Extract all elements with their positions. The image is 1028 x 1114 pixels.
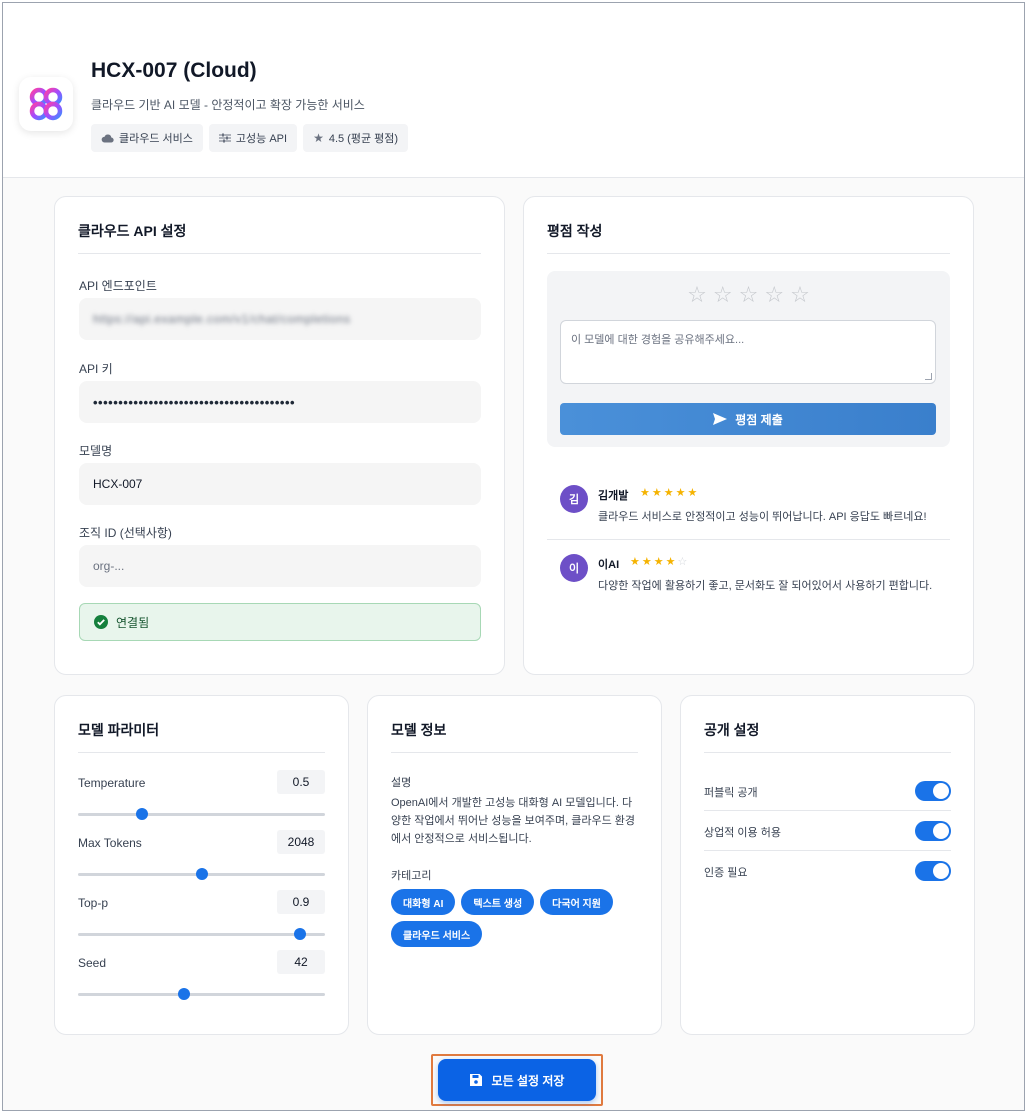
star-icon[interactable]: ☆: [764, 283, 784, 307]
commercial-use-toggle[interactable]: [915, 821, 951, 841]
api-key-label: API 키: [79, 362, 113, 376]
submit-rating-button[interactable]: 평점 제출: [560, 403, 936, 435]
param-value-input[interactable]: 0.5: [277, 770, 325, 794]
card-title: 모델 파라미터: [78, 722, 160, 738]
param-value-input[interactable]: 42: [277, 950, 325, 974]
param-label: Temperature: [78, 776, 146, 790]
floppy-disk-icon: [469, 1074, 482, 1086]
review-text: 클라우드 서비스로 안정적이고 성능이 뛰어납니다. API 응답도 빠르네요!: [598, 511, 927, 523]
param-row: Temperature 0.5: [78, 770, 325, 820]
send-icon: [713, 413, 728, 425]
visibility-card: 공개 설정 퍼블릭 공개 상업적 이용 허용 인증 필요: [680, 695, 975, 1035]
resize-handle[interactable]: [925, 373, 932, 380]
card-title: 공개 설정: [704, 722, 760, 738]
slider-track[interactable]: [78, 933, 325, 936]
model-header: HCX-007 (Cloud) 클라우드 기반 AI 모델 - 안정적이고 확장…: [3, 3, 1024, 178]
avatar: 김: [560, 485, 588, 513]
divider: [391, 752, 638, 753]
auth-required-toggle[interactable]: [915, 861, 951, 881]
slider-thumb[interactable]: [136, 808, 149, 820]
card-title: 클라우드 API 설정: [78, 223, 187, 239]
model-name-field[interactable]: HCX-007: [79, 463, 481, 505]
review-textarea[interactable]: 이 모델에 대한 경험을 공유해주세요...: [560, 320, 936, 384]
endpoint-label: API 엔드포인트: [79, 279, 157, 293]
review-text: 다양한 작업에 활용하기 좋고, 문서화도 잘 되어있어서 사용하기 편합니다.: [598, 580, 933, 592]
sliders-icon: [218, 133, 231, 143]
reviewer-name: 이AI: [598, 559, 620, 571]
slider-thumb[interactable]: [178, 988, 191, 1000]
model-description: OpenAI에서 개발한 고성능 대화형 AI 모델입니다. 다양한 작업에서 …: [391, 797, 636, 845]
card-title: 평점 작성: [547, 223, 603, 239]
star-icon[interactable]: ☆: [713, 283, 733, 307]
param-row: Top-p 0.9: [78, 890, 325, 940]
category-chips: 대화형 AI 텍스트 생성 다국어 지원 클라우드 서비스: [391, 889, 641, 947]
connection-status: 연결됨: [79, 603, 481, 641]
logo-icon: [29, 87, 63, 121]
review-stars: ★★★★★: [640, 487, 700, 499]
category-chip[interactable]: 텍스트 생성: [461, 889, 535, 915]
param-label: Top-p: [78, 896, 109, 910]
model-subtitle: 클라우드 기반 AI 모델 - 안정적이고 확장 가능한 서비스: [91, 98, 365, 112]
endpoint-field[interactable]: https://api.example.com/v1/chat/completi…: [79, 298, 481, 340]
star-icon: ★: [313, 131, 324, 145]
avatar: 이: [560, 554, 588, 582]
divider: [78, 752, 325, 753]
tag-rating: ★ 4.5 (평균 평점): [303, 124, 409, 152]
star-icon[interactable]: ☆: [790, 283, 810, 307]
tag-cloud-service: 클라우드 서비스: [91, 124, 203, 152]
tag-high-performance: 고성능 API: [208, 124, 298, 152]
param-row: Max Tokens 2048: [78, 830, 325, 880]
description-label: 설명: [391, 777, 412, 789]
star-icon[interactable]: ☆: [687, 283, 707, 307]
model-name-label: 모델명: [79, 444, 113, 458]
slider-track[interactable]: [78, 993, 325, 996]
param-label: Seed: [78, 956, 107, 970]
rating-form: ☆ ☆ ☆ ☆ ☆ 이 모델에 대한 경험을 공유해주세요... 평점 제출: [547, 271, 950, 447]
slider-track[interactable]: [78, 813, 325, 816]
star-icon[interactable]: ☆: [739, 283, 759, 307]
toggle-row-public: 퍼블릭 공개: [704, 771, 951, 811]
check-circle-icon: [94, 615, 108, 629]
review-stars: ★★★★☆: [630, 556, 690, 568]
category-label: 카테고리: [391, 870, 432, 882]
public-toggle[interactable]: [915, 781, 951, 801]
divider: [704, 752, 951, 753]
card-title: 모델 정보: [391, 722, 447, 738]
cloud-icon: [101, 134, 114, 143]
slider-thumb[interactable]: [195, 868, 208, 880]
org-id-label: 조직 ID (선택사항): [79, 526, 172, 540]
model-title: HCX-007 (Cloud): [91, 59, 257, 82]
model-logo: [19, 77, 73, 131]
category-chip[interactable]: 클라우드 서비스: [391, 921, 483, 947]
param-value-input[interactable]: 2048: [277, 830, 325, 854]
api-key-field[interactable]: ••••••••••••••••••••••••••••••••••••••••: [79, 381, 481, 423]
reviewer-name: 김개발: [598, 490, 629, 502]
category-chip[interactable]: 다국어 지원: [540, 889, 613, 915]
model-params-card: 모델 파라미터 Temperature 0.5 Max Tokens 2048 Top-…: [54, 695, 349, 1035]
param-value-input[interactable]: 0.9: [277, 890, 325, 914]
org-id-field[interactable]: org-...: [79, 545, 481, 587]
param-row: Seed 42: [78, 950, 325, 1000]
star-rating-input[interactable]: ☆ ☆ ☆ ☆ ☆: [547, 283, 950, 307]
app-frame: HCX-007 (Cloud) 클라우드 기반 AI 모델 - 안정적이고 확장…: [2, 2, 1025, 1111]
model-tags: 클라우드 서비스 고성능 API ★ 4.5 (평균 평점): [91, 124, 409, 152]
model-info-card: 모델 정보 설명 OpenAI에서 개발한 고성능 대화형 AI 모델입니다. …: [367, 695, 662, 1035]
save-all-settings-button[interactable]: 모든 설정 저장: [438, 1059, 596, 1101]
category-chip[interactable]: 대화형 AI: [391, 889, 456, 915]
divider: [78, 253, 481, 254]
toggle-row-commercial: 상업적 이용 허용: [704, 811, 951, 851]
param-label: Max Tokens: [78, 836, 142, 850]
api-settings-card: 클라우드 API 설정 API 엔드포인트 https://api.exampl…: [54, 196, 505, 675]
toggle-row-auth: 인증 필요: [704, 851, 951, 891]
rating-card: 평점 작성 ☆ ☆ ☆ ☆ ☆ 이 모델에 대한 경험을 공유해주세요... 평…: [523, 196, 974, 675]
divider: [547, 253, 950, 254]
slider-thumb[interactable]: [294, 928, 307, 940]
divider: [547, 539, 950, 540]
